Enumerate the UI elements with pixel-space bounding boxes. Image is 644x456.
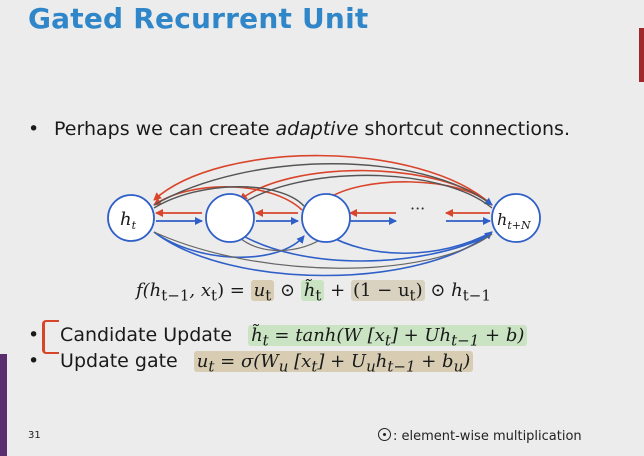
slide: Gated Recurrent Unit • Perhaps we can cre…: [0, 0, 644, 456]
candidate-update-eq: h̃t = tanh(W [xt] + Uht−1 + b): [248, 325, 528, 350]
candidate-update-label: Candidate Update: [60, 324, 233, 346]
update-gate-eq: ut = σ(Wu [xt] + Uuht−1 + bu): [193, 351, 474, 376]
footnote: : element-wise multiplication: [378, 428, 582, 444]
ellipsis: ···: [410, 199, 425, 218]
rnn-nodes: [107, 193, 541, 243]
h-tilde-highlight: h̃t: [300, 280, 325, 305]
odot-icon: [378, 428, 391, 441]
node-3: [301, 193, 351, 243]
red-pen-mark: [42, 320, 59, 354]
bullet-2: • Candidate Update h̃t = tanh(W [xt] + U…: [28, 320, 528, 354]
u-t-highlight: ut: [250, 280, 275, 305]
gru-shortcut-diagram: ht ht+N ···: [107, 154, 541, 277]
one-minus-u-highlight: (1 − ut): [350, 280, 425, 305]
update-gate-label: Update gate: [60, 350, 178, 372]
node-2: [205, 193, 255, 243]
bullet-3: • Update gate ut = σ(Wu [xt] + Uuht−1 + …: [28, 350, 474, 376]
page-number: 31: [28, 430, 41, 441]
gru-formula: f(ht−1, xt) = ut ⊙ h̃t + (1 − ut) ⊙ ht−1: [136, 280, 491, 305]
footnote-text: : element-wise multiplication: [393, 429, 582, 444]
